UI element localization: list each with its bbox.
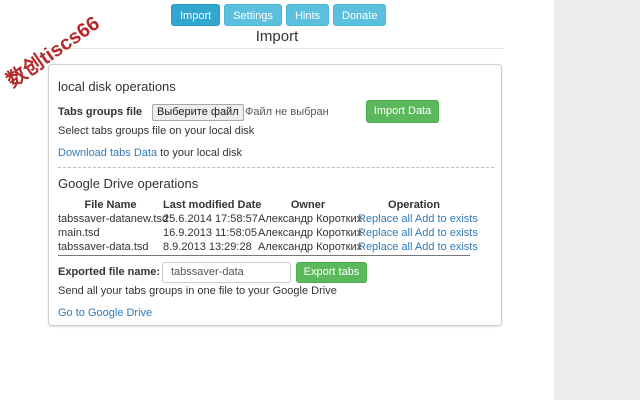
file-name-cell: main.tsd [58, 227, 100, 239]
drive-section-title: Google Drive operations [58, 176, 199, 191]
operation-cell: Replace all Add to exists [358, 212, 478, 226]
download-link[interactable]: Download tabs Data [58, 147, 157, 159]
tab-donate[interactable]: Donate [333, 4, 387, 26]
replace-all-link[interactable]: Replace all [358, 227, 412, 239]
file-status: Файл не выбран [245, 106, 329, 118]
local-section-title: local disk operations [58, 79, 176, 94]
top-nav: Import Settings Hints Donate [171, 4, 387, 26]
go-to-google-drive-link[interactable]: Go to Google Drive [58, 307, 152, 319]
drive-files-table: File Name Last modified Date Owner Opera… [58, 198, 478, 254]
export-hint: Send all your tabs groups in one file to… [58, 285, 337, 297]
modified-cell: 8.9.2013 13:29:28 [163, 241, 252, 253]
export-label: Exported file name: [58, 266, 161, 278]
replace-all-link[interactable]: Replace all [358, 213, 412, 225]
page-title: Import [255, 28, 299, 45]
download-line: Download tabs Data to your local disk [58, 147, 242, 159]
column-file-name: File Name [84, 199, 137, 211]
tabs-groups-label: Tabs groups file [58, 106, 143, 118]
owner-cell: Александр Коротких [258, 213, 363, 225]
table-row: tabssaver-data.tsd 8.9.2013 13:29:28 Але… [58, 240, 478, 254]
table-row: main.tsd 16.9.2013 11:58:05 Александр Ко… [58, 226, 478, 240]
title-divider [48, 48, 503, 49]
owner-cell: Александр Коротких [258, 227, 363, 239]
tab-settings[interactable]: Settings [224, 4, 282, 26]
choose-file-button[interactable]: Выберите файл [152, 104, 244, 121]
file-name-cell: tabssaver-data.tsd [58, 241, 149, 253]
owner-cell: Александр Коротких [258, 241, 363, 253]
column-operation: Operation [388, 199, 440, 211]
tab-hints[interactable]: Hints [285, 4, 329, 26]
operation-cell: Replace all Add to exists [358, 226, 478, 240]
table-row: tabssaver-datanew.tsd 25.6.2014 17:58:57… [58, 212, 478, 226]
import-panel: local disk operations Tabs groups file В… [48, 64, 502, 326]
export-tabs-button[interactable]: Export tabs [296, 262, 367, 283]
right-gutter [554, 0, 640, 400]
table-header-row: File Name Last modified Date Owner Opera… [58, 198, 470, 212]
import-data-button[interactable]: Import Data [366, 100, 439, 123]
column-owner: Owner [290, 199, 326, 211]
modified-cell: 25.6.2014 17:58:57 [163, 213, 258, 225]
go-to-drive-link-wrap: Go to Google Drive [58, 307, 152, 319]
local-hint: Select tabs groups file on your local di… [58, 125, 255, 137]
add-to-exists-link[interactable]: Add to exists [415, 227, 478, 239]
tab-import[interactable]: Import [171, 4, 221, 26]
download-suffix: to your local disk [157, 147, 243, 159]
operation-cell: Replace all Add to exists [358, 240, 478, 254]
modified-cell: 16.9.2013 11:58:05 [163, 227, 257, 239]
section-divider [58, 167, 494, 168]
add-to-exists-link[interactable]: Add to exists [415, 213, 478, 225]
column-last-modified: Last modified Date [163, 199, 262, 211]
add-to-exists-link[interactable]: Add to exists [415, 241, 478, 253]
file-name-cell: tabssaver-datanew.tsd [58, 213, 169, 225]
replace-all-link[interactable]: Replace all [358, 241, 412, 253]
export-file-name-input[interactable]: tabssaver-data [162, 262, 291, 283]
table-bottom-rule [58, 255, 470, 256]
